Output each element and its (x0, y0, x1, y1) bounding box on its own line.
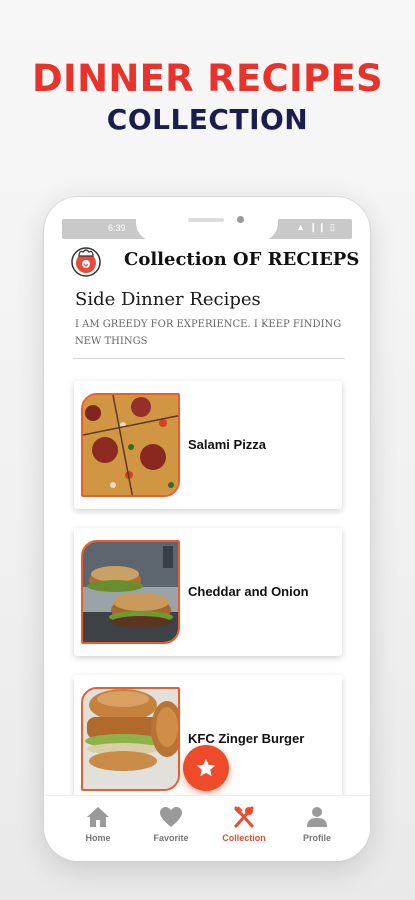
nav-favorite-label: Favorite (153, 833, 189, 843)
nav-collection-label: Collection (222, 833, 266, 843)
section-divider (73, 358, 345, 359)
hero-banner: DINNER RECIPES COLLECTION (0, 56, 415, 138)
section-description: I AM GREEDY FOR EXPERIENCE. I KEEP FINDI… (75, 319, 342, 347)
pizza-image (83, 395, 178, 495)
front-camera (237, 216, 244, 223)
favorite-fab-button[interactable] (183, 745, 229, 791)
nav-profile-label: Profile (302, 833, 331, 843)
heart-icon (160, 807, 182, 827)
status-time: 6:39 (108, 223, 126, 233)
section-title: Side Dinner Recipes (75, 289, 261, 310)
burger-photo (81, 540, 180, 644)
page-title: Collection OF RECIEPS (124, 249, 360, 270)
app-bar: Collection OF RECIEPS (70, 245, 360, 279)
person-icon (307, 807, 327, 827)
burger-image (83, 542, 178, 642)
pizza-photo (81, 393, 180, 497)
recipe-name: Salami Pizza (188, 437, 267, 452)
home-icon (87, 807, 109, 827)
phone-notch (136, 209, 278, 241)
hero-subtitle: COLLECTION (106, 103, 309, 136)
zinger-photo (81, 687, 180, 791)
hero-title: DINNER RECIPES (32, 57, 383, 100)
recipe-card-salami-pizza[interactable]: Salami Pizza (74, 381, 342, 509)
star-icon (196, 758, 216, 777)
nav-favorite[interactable]: Favorite (141, 806, 201, 843)
nav-collection[interactable]: Collection (214, 806, 274, 843)
fork-spoon-icon (234, 806, 254, 828)
recipe-card-cheddar-onion[interactable]: Cheddar and Onion (74, 528, 342, 656)
nav-profile[interactable]: Profile (287, 806, 347, 843)
recipe-name: KFC Zinger Burger (188, 731, 305, 746)
status-icons: ▲ ❙❙ ▯ (296, 222, 336, 232)
bottom-nav: Home Favorite Collection Profile (44, 795, 370, 861)
nav-home-label: Home (85, 833, 111, 843)
chef-logo-icon (71, 247, 101, 277)
recipe-name: Cheddar and Onion (188, 584, 309, 599)
speaker-grille (188, 218, 224, 222)
zinger-image (83, 689, 178, 789)
phone-mockup: 6:39 ▲ ❙❙ ▯ Collection OF RECIEPS Side D… (44, 197, 370, 861)
nav-home[interactable]: Home (68, 806, 128, 843)
